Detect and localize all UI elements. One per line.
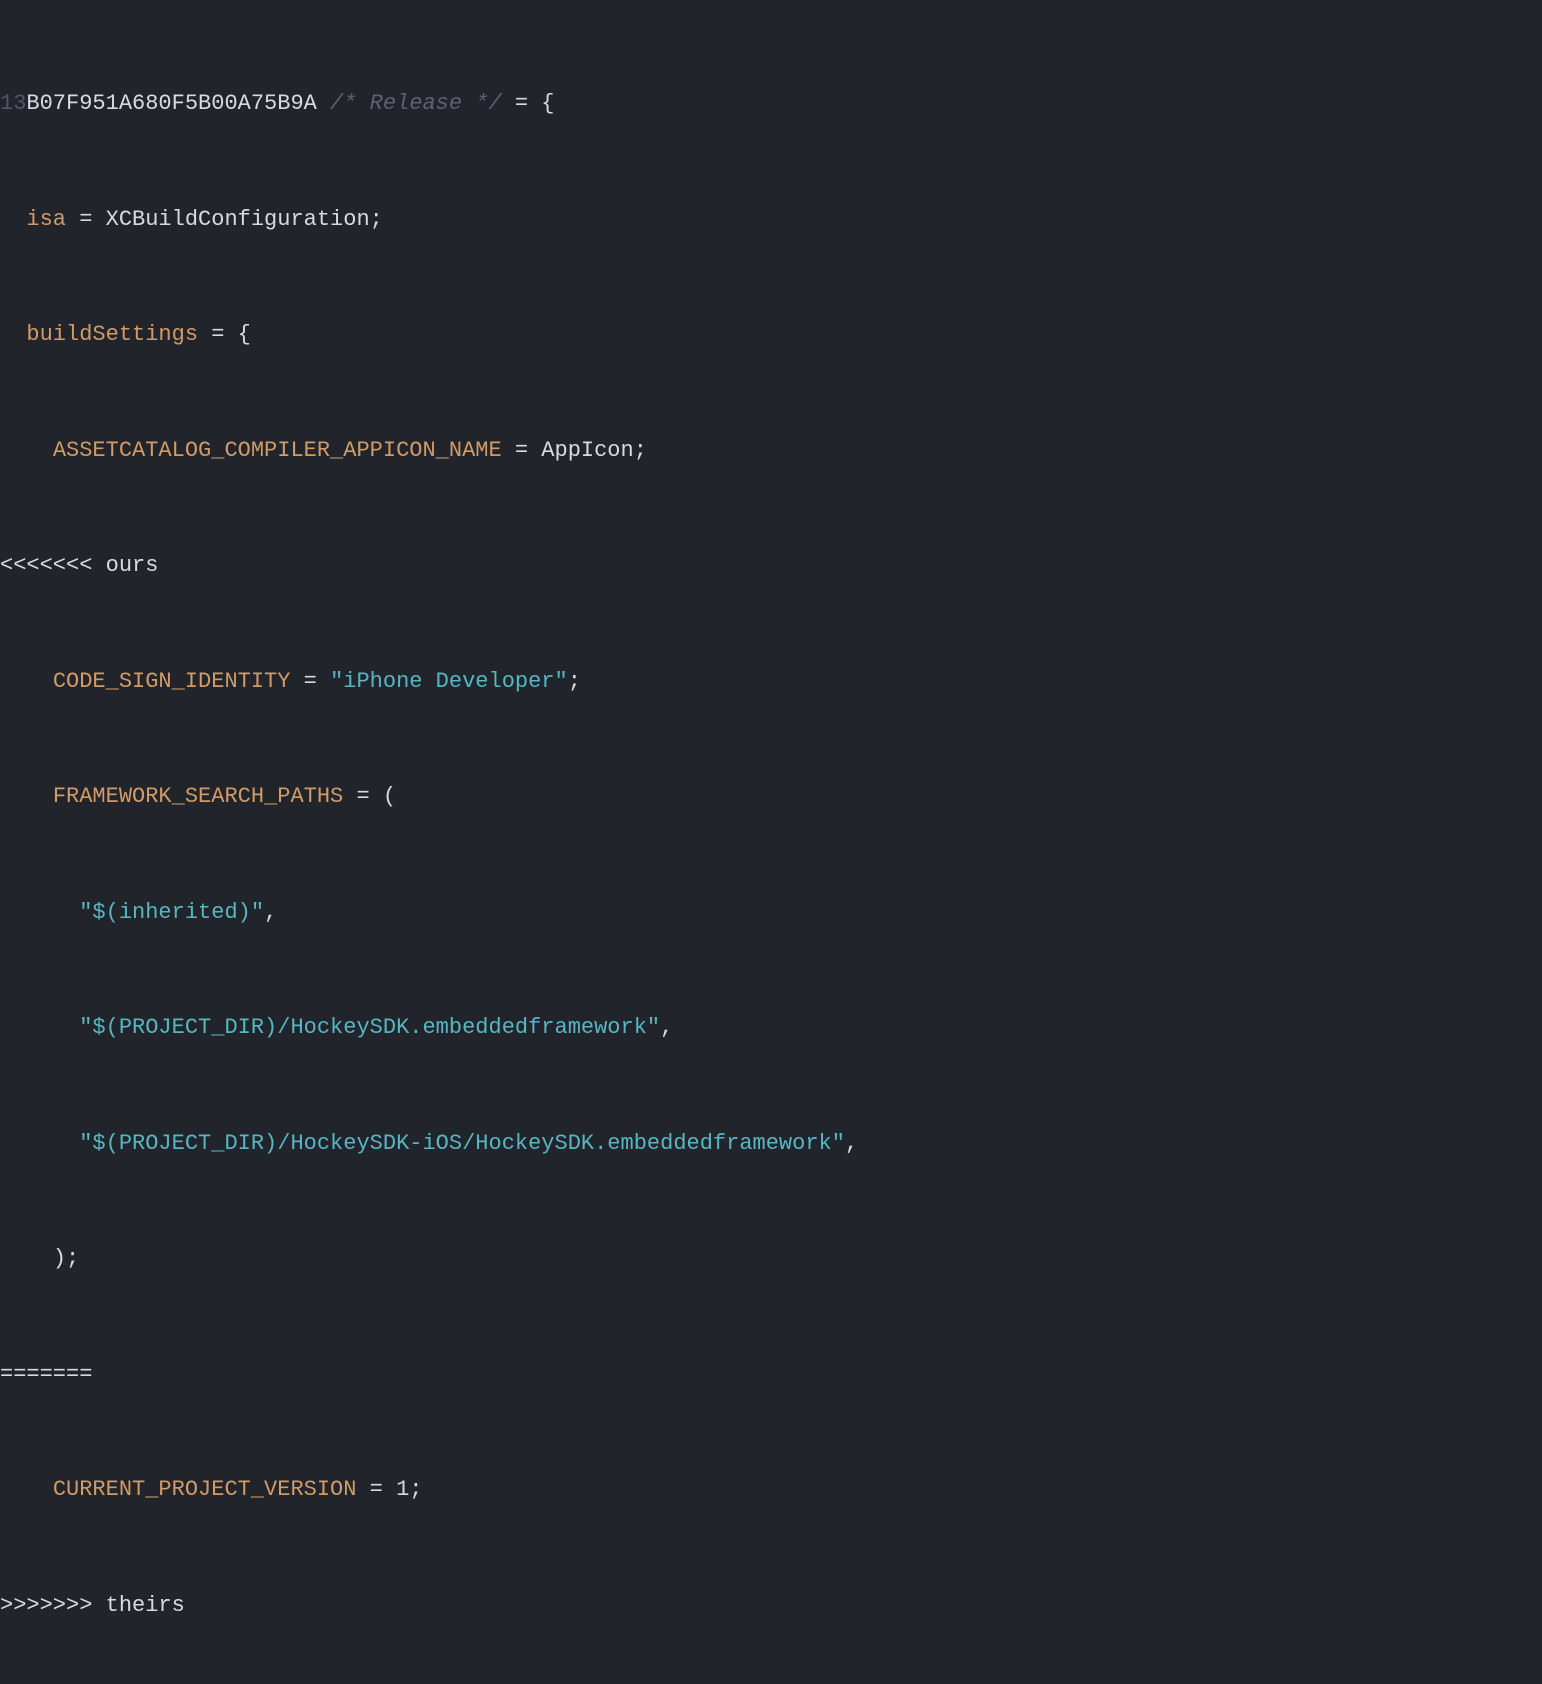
conflict-marker-ours[interactable]: <<<<<<< ours: [0, 547, 1542, 586]
code-tail: {: [238, 322, 251, 347]
code-indent: [0, 1015, 79, 1040]
code-eq: =: [356, 1477, 396, 1502]
code-indent: [0, 1131, 79, 1156]
code-indent: [0, 1477, 53, 1502]
code-tail: ,: [264, 900, 277, 925]
conflict-marker-separator[interactable]: =======: [0, 1356, 1542, 1395]
code-indent: [0, 438, 53, 463]
code-value: AppIcon: [541, 438, 633, 463]
code-eq: =: [343, 784, 383, 809]
code-string: "iPhone Developer": [330, 669, 568, 694]
code-eq: =: [502, 438, 542, 463]
code-line[interactable]: buildSettings = {: [0, 316, 1542, 355]
code-comment: /* Release */: [317, 91, 502, 116]
code-indent: [0, 207, 26, 232]
code-string: "$(PROJECT_DIR)/HockeySDK-iOS/HockeySDK.…: [79, 1131, 845, 1156]
code-line[interactable]: "$(PROJECT_DIR)/HockeySDK-iOS/HockeySDK.…: [0, 1125, 1542, 1164]
code-tail: (: [383, 784, 396, 809]
code-indent: [0, 322, 26, 347]
code-text: >>>>>>> theirs: [0, 1593, 185, 1618]
code-eq: =: [66, 207, 106, 232]
code-value: 1: [396, 1477, 409, 1502]
code-line[interactable]: "$(PROJECT_DIR)/HockeySDK.embeddedframew…: [0, 1009, 1542, 1048]
code-tail: ;: [568, 669, 581, 694]
code-key: CURRENT_PROJECT_VERSION: [53, 1477, 357, 1502]
code-line[interactable]: ASSETCATALOG_COMPILER_APPICON_NAME = App…: [0, 432, 1542, 471]
code-line[interactable]: FRAMEWORK_SEARCH_PATHS = (: [0, 778, 1542, 817]
code-indent: [0, 784, 53, 809]
conflict-marker-theirs[interactable]: >>>>>>> theirs: [0, 1587, 1542, 1626]
code-string: "$(PROJECT_DIR)/HockeySDK.embeddedframew…: [79, 1015, 660, 1040]
code-line[interactable]: CURRENT_PROJECT_VERSION = 1;: [0, 1471, 1542, 1510]
code-line[interactable]: isa = XCBuildConfiguration;: [0, 201, 1542, 240]
code-line[interactable]: "$(inherited)",: [0, 894, 1542, 933]
code-line[interactable]: );: [0, 1240, 1542, 1279]
code-indent: [0, 669, 53, 694]
code-key: isa: [26, 207, 66, 232]
code-editor[interactable]: 13B07F951A680F5B00A75B9A /* Release */ =…: [0, 0, 1542, 1684]
code-tail: ;: [409, 1477, 422, 1502]
code-text: =======: [0, 1362, 92, 1387]
code-text: <<<<<<< ours: [0, 553, 158, 578]
code-line[interactable]: CODE_SIGN_IDENTITY = "iPhone Developer";: [0, 663, 1542, 702]
code-indent: [0, 900, 79, 925]
code-eq: =: [290, 669, 330, 694]
code-key: FRAMEWORK_SEARCH_PATHS: [53, 784, 343, 809]
code-key: buildSettings: [26, 322, 198, 347]
code-line[interactable]: 13B07F951A680F5B00A75B9A /* Release */ =…: [0, 85, 1542, 124]
code-text: = {: [502, 91, 555, 116]
code-key: CODE_SIGN_IDENTITY: [53, 669, 291, 694]
code-tail: ,: [660, 1015, 673, 1040]
code-key: ASSETCATALOG_COMPILER_APPICON_NAME: [53, 438, 502, 463]
code-value: XCBuildConfiguration: [106, 207, 370, 232]
code-tail: ;: [634, 438, 647, 463]
code-indent: [0, 1246, 53, 1271]
line-number: 13: [0, 91, 26, 116]
code-eq: =: [198, 322, 238, 347]
code-tail: );: [53, 1246, 79, 1271]
code-hash: B07F951A680F5B00A75B9A: [26, 91, 316, 116]
code-tail: ;: [370, 207, 383, 232]
code-string: "$(inherited)": [79, 900, 264, 925]
code-tail: ,: [845, 1131, 858, 1156]
